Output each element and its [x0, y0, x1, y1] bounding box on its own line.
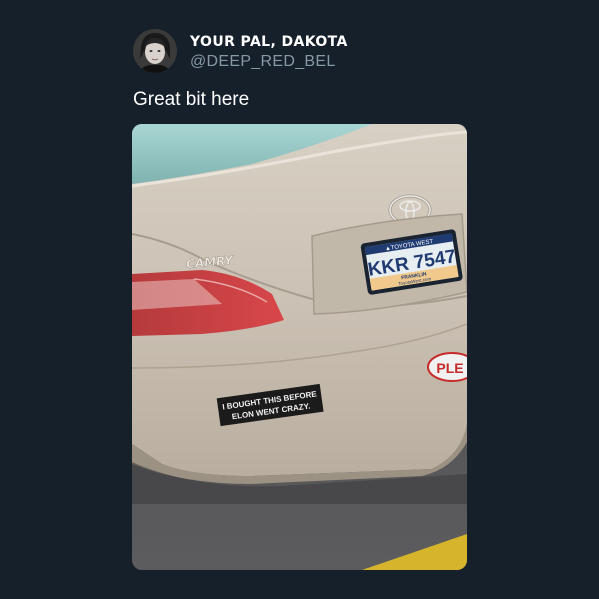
tweet-text: Great bit here — [133, 89, 250, 110]
author-name[interactable]: YOUR PAL, DAKOTA — [190, 34, 348, 50]
partial-sticker: PLE — [427, 352, 467, 382]
partial-sticker-text: PLE — [436, 360, 463, 376]
avatar[interactable] — [133, 29, 177, 73]
tweet-photo[interactable]: ▲TOYOTA WEST KKR 7547 FRANKLIN ToyotaWes… — [132, 124, 467, 570]
author-handle[interactable]: @DEEP_RED_BEL — [190, 53, 336, 71]
avatar-portrait — [133, 29, 177, 73]
car-rear-photo: ▲TOYOTA WEST KKR 7547 FRANKLIN ToyotaWes… — [132, 124, 467, 570]
